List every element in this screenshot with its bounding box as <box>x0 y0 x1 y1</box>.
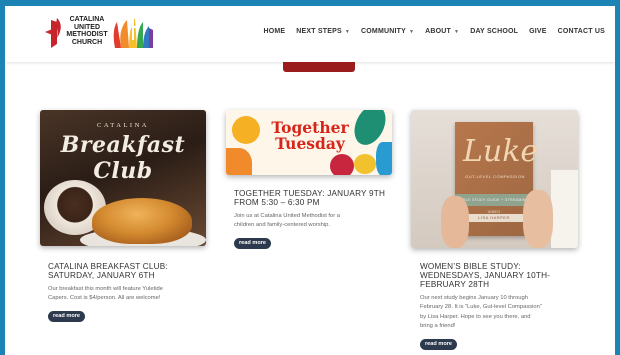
card-title-line: SATURDAY, JANUARY 6TH <box>48 271 155 280</box>
card-text-line: bring a friend! <box>420 323 456 330</box>
main-nav: HOME NEXT STEPS ▼ COMMUNITY ▼ ABOUT ▼ DAY S… <box>263 28 605 35</box>
shape-graphic <box>354 154 376 174</box>
nav-label: CONTACT US <box>557 28 605 35</box>
card-text-line: children and family-centered worship. <box>234 222 331 229</box>
hero-button-edge[interactable] <box>283 62 355 72</box>
site-header: CATALINA UNITED METHODIST CHURCH HOME NE… <box>5 6 615 62</box>
nav-community[interactable]: COMMUNITY ▼ <box>361 28 414 35</box>
breakfast-club-image[interactable]: CATALINA Breakfast Club <box>40 110 206 246</box>
chevron-down-icon: ▼ <box>454 28 460 35</box>
image-title: Together Tuesday <box>266 120 354 152</box>
card-text-line: Our next study begins January 10 through <box>420 295 528 301</box>
card-title-line: FEBRUARY 28TH <box>420 280 490 289</box>
sleeve-graphic <box>551 170 578 248</box>
bible-study-image[interactable]: Luke GUT-LEVEL COMPASSION BIBLE STUDY GU… <box>411 110 578 248</box>
church-logo[interactable]: CATALINA UNITED METHODIST CHURCH <box>43 14 153 54</box>
image-script-title: Breakfast Club <box>60 132 186 184</box>
croissant-graphic <box>92 198 192 244</box>
nav-label: GIVE <box>529 28 547 35</box>
book-subtitle: GUT-LEVEL COMPASSION <box>465 174 525 179</box>
shape-graphic <box>330 154 354 175</box>
card-title[interactable]: CATALINA BREAKFAST CLUB: SATURDAY, JANUA… <box>48 262 210 280</box>
image-title-line: Tuesday <box>275 134 345 153</box>
card-text-line: February 28. It is “Luke, Gut-level Comp… <box>420 304 542 311</box>
nav-contact-us[interactable]: CONTACT US <box>558 28 605 35</box>
card-text-line: Capers. Cost is $4/person. All are welco… <box>48 295 161 302</box>
nav-home[interactable]: HOME <box>263 28 285 35</box>
chevron-down-icon: ▼ <box>408 28 415 35</box>
card-title-line: WOMEN’S BIBLE STUDY: <box>420 262 521 271</box>
card-title-line: TOGETHER TUESDAY: JANUARY 9TH <box>234 189 386 198</box>
card-title-line: FROM 5:30 – 6:30 PM <box>234 198 320 207</box>
card-title-line: CATALINA BREAKFAST CLUB: <box>48 262 168 271</box>
nav-label: NEXT STEPS <box>296 28 342 35</box>
nav-day-school[interactable]: DAY SCHOOL <box>470 28 518 35</box>
logo-line: CATALINA <box>69 16 105 23</box>
book-title: Luke <box>463 134 539 169</box>
hand-graphic <box>441 196 469 248</box>
hand-graphic <box>523 190 553 248</box>
together-tuesday-image[interactable]: Together Tuesday <box>226 110 392 175</box>
read-more-button[interactable]: read more <box>48 310 86 322</box>
card-title-line: WEDNESDAYS, JANUARY 10TH- <box>420 271 551 280</box>
event-card-breakfast: CATALINA Breakfast Club CATALINA BREAKFA… <box>40 110 210 322</box>
nav-label: HOME <box>263 28 286 35</box>
nav-label: COMMUNITY <box>361 28 406 35</box>
card-text-line: Join us at Catalina United Methodist for… <box>234 213 341 219</box>
logo-line: CHURCH <box>71 38 103 46</box>
card-description: Our breakfast this month will feature Yu… <box>48 285 210 304</box>
nav-label: ABOUT <box>425 28 452 35</box>
card-title[interactable]: WOMEN’S BIBLE STUDY: WEDNESDAYS, JANUARY… <box>420 262 583 289</box>
sun-graphic <box>232 116 260 144</box>
card-description: Our next study begins January 10 through… <box>420 294 583 332</box>
image-top-word: CATALINA <box>97 122 149 129</box>
nav-label: DAY SCHOOL <box>470 28 519 35</box>
logo-line: METHODIST <box>66 31 108 38</box>
nav-next-steps[interactable]: NEXT STEPS ▼ <box>296 28 350 35</box>
card-title[interactable]: TOGETHER TUESDAY: JANUARY 9TH FROM 5:30 … <box>234 189 398 207</box>
logo-wordmark: CATALINA UNITED METHODIST CHURCH <box>65 16 109 46</box>
nav-give[interactable]: GIVE <box>529 28 547 35</box>
page-frame: CATALINA UNITED METHODIST CHURCH HOME NE… <box>5 6 615 355</box>
book-author: LISA HARPER <box>465 214 523 222</box>
event-card-together-tuesday: Together Tuesday TOGETHER TUESDAY: JANUA… <box>226 110 398 249</box>
nav-about[interactable]: ABOUT ▼ <box>425 28 459 35</box>
read-more-button[interactable]: read more <box>420 338 458 350</box>
logo-line: UNITED <box>73 23 101 31</box>
card-text-line: Our breakfast this month will feature Yu… <box>48 286 163 292</box>
chevron-down-icon: ▼ <box>344 28 351 35</box>
card-text-line: by Lisa Harper. Hope to see you there, a… <box>420 313 531 320</box>
event-card-bible-study: Luke GUT-LEVEL COMPASSION BIBLE STUDY GU… <box>411 110 583 350</box>
shape-graphic <box>226 148 252 175</box>
shape-graphic <box>376 142 392 175</box>
read-more-button[interactable]: read more <box>234 237 272 249</box>
card-description: Join us at Catalina United Methodist for… <box>234 212 398 231</box>
